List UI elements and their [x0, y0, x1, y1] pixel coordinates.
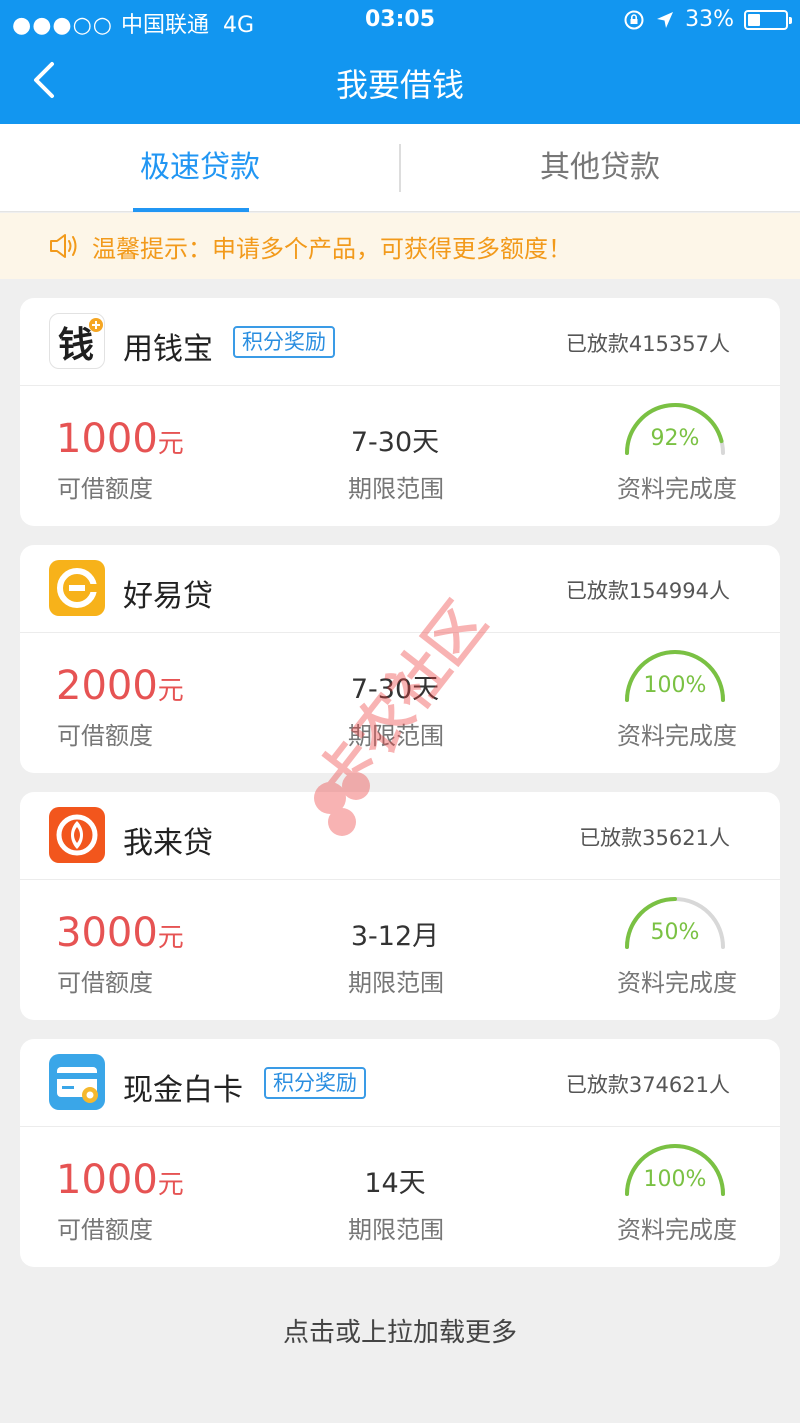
notice-banner: 温馨提示：申请多个产品，可获得更多额度！: [0, 213, 800, 279]
amount-value: 2000: [56, 663, 158, 709]
released-count: 已放款374621人: [565, 1073, 730, 1097]
amount-value: 3000: [56, 910, 158, 956]
completion-label: 资料完成度: [617, 475, 737, 503]
amount-value: 1000: [56, 1157, 158, 1203]
completion-label: 资料完成度: [617, 722, 737, 750]
completion-label: 资料完成度: [617, 969, 737, 997]
card-logo-icon: [57, 1067, 98, 1103]
completion-value: 100%: [643, 673, 707, 698]
speaker-icon: [50, 234, 77, 258]
haoyidai-logo: [49, 560, 105, 616]
notice-text: 温馨提示：申请多个产品，可获得更多额度！: [92, 234, 572, 263]
completion-gauge: 100%: [620, 645, 730, 707]
amount-unit: 元: [157, 429, 184, 459]
card-header: 好易贷 已放款154994人: [20, 545, 780, 633]
card-header: 我来贷 已放款35621人: [20, 792, 780, 880]
qian-logo-icon: 钱: [58, 318, 103, 366]
released-count: 已放款415357人: [565, 332, 730, 356]
product-card-wolaidai[interactable]: 我来贷 已放款35621人 3000元 可借额度 3-12月 期限范围 50% …: [20, 792, 780, 1020]
top-bar: ●●●○○ 中国联通 4G 03:05 33% 我要借钱: [0, 0, 800, 124]
completion-gauge: 92%: [620, 398, 730, 460]
xianjinbaika-logo: [49, 1054, 105, 1110]
completion-value: 92%: [650, 426, 700, 451]
card-header: 钱 用钱宝 积分奖励 已放款415357人: [20, 298, 780, 386]
loan-term: 7-30天: [350, 427, 440, 458]
tab-other-loan[interactable]: 其他贷款: [400, 124, 800, 212]
amount-label: 可借额度: [57, 722, 153, 750]
term-label: 期限范围: [348, 475, 444, 503]
rotation-lock-icon: [624, 10, 644, 29]
amount-label: 可借额度: [57, 1216, 153, 1244]
amount-value: 1000: [56, 416, 158, 462]
haoyidai-logo-icon: [57, 568, 97, 608]
product-card-haoyidai[interactable]: 好易贷 已放款154994人 2000元 可借额度 7-30天 期限范围 100…: [20, 545, 780, 773]
loan-amount: 1000元: [56, 416, 184, 462]
wolaidai-logo-icon: [56, 814, 98, 856]
tab-bar: 极速贷款 其他贷款: [0, 124, 800, 212]
amount-label: 可借额度: [57, 475, 153, 503]
status-bar: ●●●○○ 中国联通 4G 03:05 33%: [0, 0, 800, 42]
product-card-xianjinbaika[interactable]: 现金白卡 积分奖励 已放款374621人 1000元 可借额度 14天 期限范围…: [20, 1039, 780, 1267]
wolaidai-logo: [49, 807, 105, 863]
product-name: 用钱宝: [123, 332, 213, 367]
amount-unit: 元: [157, 923, 184, 953]
completion-value: 50%: [650, 920, 700, 945]
product-name: 我来贷: [123, 826, 213, 861]
loan-term: 14天: [364, 1168, 426, 1199]
loan-term: 7-30天: [350, 674, 440, 705]
points-reward-badge: 积分奖励: [264, 1067, 366, 1099]
tab-other-loan-label: 其他贷款: [540, 150, 660, 185]
term-label: 期限范围: [348, 722, 444, 750]
load-more-button[interactable]: 点击或上拉加载更多: [0, 1312, 800, 1349]
amount-label: 可借额度: [57, 969, 153, 997]
completion-gauge: 50%: [620, 892, 730, 954]
svg-text:钱: 钱: [58, 325, 94, 366]
loan-amount: 1000元: [56, 1157, 184, 1203]
product-name: 好易贷: [123, 579, 213, 614]
loan-amount: 3000元: [56, 910, 184, 956]
completion-gauge: 100%: [620, 1139, 730, 1201]
location-arrow-icon: [657, 11, 674, 28]
released-count: 已放款154994人: [565, 579, 730, 603]
battery-percent: 33%: [685, 7, 734, 32]
completion-value: 100%: [643, 1167, 707, 1192]
loan-amount: 2000元: [56, 663, 184, 709]
tab-fast-loan-label: 极速贷款: [140, 150, 260, 185]
status-right: 33%: [623, 7, 792, 32]
card-header: 现金白卡 积分奖励 已放款374621人: [20, 1039, 780, 1127]
tab-active-indicator: [133, 208, 249, 212]
term-label: 期限范围: [348, 969, 444, 997]
product-card-yongqianbao[interactable]: 钱 用钱宝 积分奖励 已放款415357人 1000元 可借额度 7-30天 期…: [20, 298, 780, 526]
loan-term: 3-12月: [350, 921, 440, 952]
battery-icon: [744, 9, 792, 30]
product-name: 现金白卡: [123, 1073, 243, 1108]
released-count: 已放款35621人: [579, 826, 730, 850]
page-title: 我要借钱: [335, 66, 464, 104]
points-reward-badge: 积分奖励: [233, 326, 335, 358]
tab-fast-loan[interactable]: 极速贷款: [0, 124, 400, 212]
completion-label: 资料完成度: [617, 1216, 737, 1244]
amount-unit: 元: [157, 1170, 184, 1200]
term-label: 期限范围: [348, 1216, 444, 1244]
yongqianbao-logo: 钱: [49, 313, 105, 369]
amount-unit: 元: [157, 676, 184, 706]
